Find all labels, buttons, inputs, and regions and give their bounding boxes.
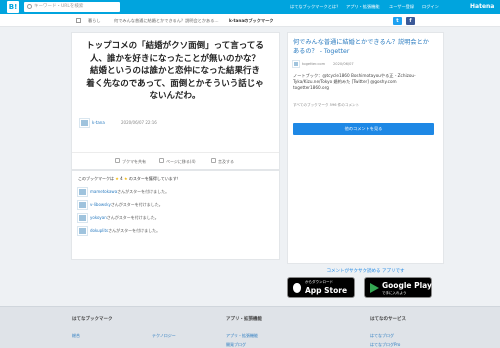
hatena-brand[interactable]: Hatena — [470, 0, 494, 14]
page-icon — [159, 158, 164, 163]
facebook-icon[interactable]: f — [406, 17, 415, 25]
entry-description: ノートブック：@tcycle1860 Boshimotayouやる正 - Zch… — [293, 73, 416, 90]
app-store-button[interactable]: からダウンロード App Store — [287, 277, 355, 298]
google-play-label: Google Play — [382, 281, 432, 290]
footer-link[interactable]: はてなブログ — [370, 333, 394, 339]
top-bar: B! キーワード・URLを検索 はてなブックマークとは？ アプリ・拡張機能 ユー… — [0, 0, 500, 14]
footer-link[interactable]: アプリ・拡張機能 — [226, 333, 258, 339]
bookmark-user[interactable]: k-tana — [92, 120, 105, 125]
play-icon — [370, 283, 379, 293]
footer-heading-apps: アプリ・拡張機能 — [226, 317, 262, 322]
footer-heading-services: はてなのサービス — [370, 317, 406, 322]
home-icon[interactable] — [76, 18, 81, 23]
divider — [72, 152, 279, 153]
entry-title[interactable]: 何でみんな普通に結婚とかできるん？説明会とかあるの？ - Togetter — [293, 39, 433, 56]
google-play-button[interactable]: Google Play で手に入れよう — [364, 277, 432, 298]
search-input[interactable]: キーワード・URLを検索 — [24, 2, 120, 12]
nav-login[interactable]: ログイン — [422, 0, 439, 14]
entry-date: 2020/06/07 — [333, 62, 354, 66]
footer-heading-bookmark: はてなブックマーク — [72, 317, 113, 322]
footer-link[interactable]: テクノロジー — [152, 333, 176, 339]
site-favicon — [293, 61, 299, 67]
star-count: 4 — [120, 176, 123, 181]
go-to-page-button[interactable]: ページに移る(4) — [166, 159, 196, 165]
twitter-icon[interactable]: t — [393, 17, 402, 25]
avatar[interactable] — [80, 119, 89, 127]
footer — [0, 306, 500, 348]
entry-stats[interactable]: すべてのブックマーク 596 件のコメント — [293, 103, 359, 108]
nav-about[interactable]: はてなブックマークとは？ — [290, 0, 340, 14]
star-entry: v-libowskyさんがスターを付けました。 — [90, 202, 163, 207]
share-bookmark-button[interactable]: ブクマを共有 — [122, 159, 146, 165]
star-avatar[interactable] — [78, 188, 87, 196]
breadcrumb-current: k-tanaのブックマーク — [229, 18, 274, 23]
star-entry: yokoyanさんがスターを付けました。 — [90, 215, 159, 220]
footer-link[interactable]: 総合 — [72, 333, 80, 339]
hatena-bookmark-logo[interactable]: B! — [7, 1, 19, 13]
quote-icon — [211, 158, 216, 163]
apple-icon — [293, 283, 301, 293]
breadcrumb: 暮らし 何でみんな普通に結婚とかできるん？説明会とかある… k-tanaのブック… — [0, 14, 500, 27]
mention-button[interactable]: 言及する — [218, 159, 234, 165]
star-avatar[interactable] — [78, 227, 87, 235]
bookmark-date[interactable]: 2020/06/07 22:16 — [121, 120, 157, 125]
bookmark-comment: トップコメの「結婚がクソ面倒」って言ってる人、誰かを好きになったことが無いのかな… — [86, 41, 264, 101]
search-placeholder: キーワード・URLを検索 — [34, 4, 84, 9]
entry-card — [287, 32, 444, 264]
star-icon: ★ — [115, 176, 119, 181]
see-other-comments-button[interactable]: 他のコメントを見る — [293, 123, 434, 135]
star-entry: mametokawaさんがスターを付けました。 — [90, 189, 170, 194]
star-icon: ★ — [123, 176, 128, 181]
footer-link[interactable]: 開発ブログ — [226, 342, 246, 348]
share-icon — [115, 158, 120, 163]
nav-register[interactable]: ユーザー登録 — [389, 0, 414, 14]
search-icon — [27, 4, 32, 9]
star-avatar[interactable] — [78, 201, 87, 209]
breadcrumb-category[interactable]: 暮らし — [88, 14, 101, 27]
app-promo-text: コメントがサクサク読める アプリです — [326, 269, 405, 274]
star-entry: dokuplitsさんがスターを付けました。 — [90, 228, 161, 233]
entry-site[interactable]: togetter.com — [302, 62, 325, 66]
star-avatar[interactable] — [78, 214, 87, 222]
google-play-small-label: で手に入れよう — [382, 291, 407, 295]
app-store-label: App Store — [305, 286, 348, 295]
nav-apps[interactable]: アプリ・拡張機能 — [346, 0, 380, 14]
breadcrumb-entry[interactable]: 何でみんな普通に結婚とかできるん？説明会とかある… — [114, 14, 219, 27]
stars-header: このブックマークは ★ 4 ★ のスターを獲得しています！ — [78, 176, 181, 181]
app-store-small-label: からダウンロード — [305, 280, 333, 284]
footer-link[interactable]: はてなブログPro — [370, 342, 400, 348]
